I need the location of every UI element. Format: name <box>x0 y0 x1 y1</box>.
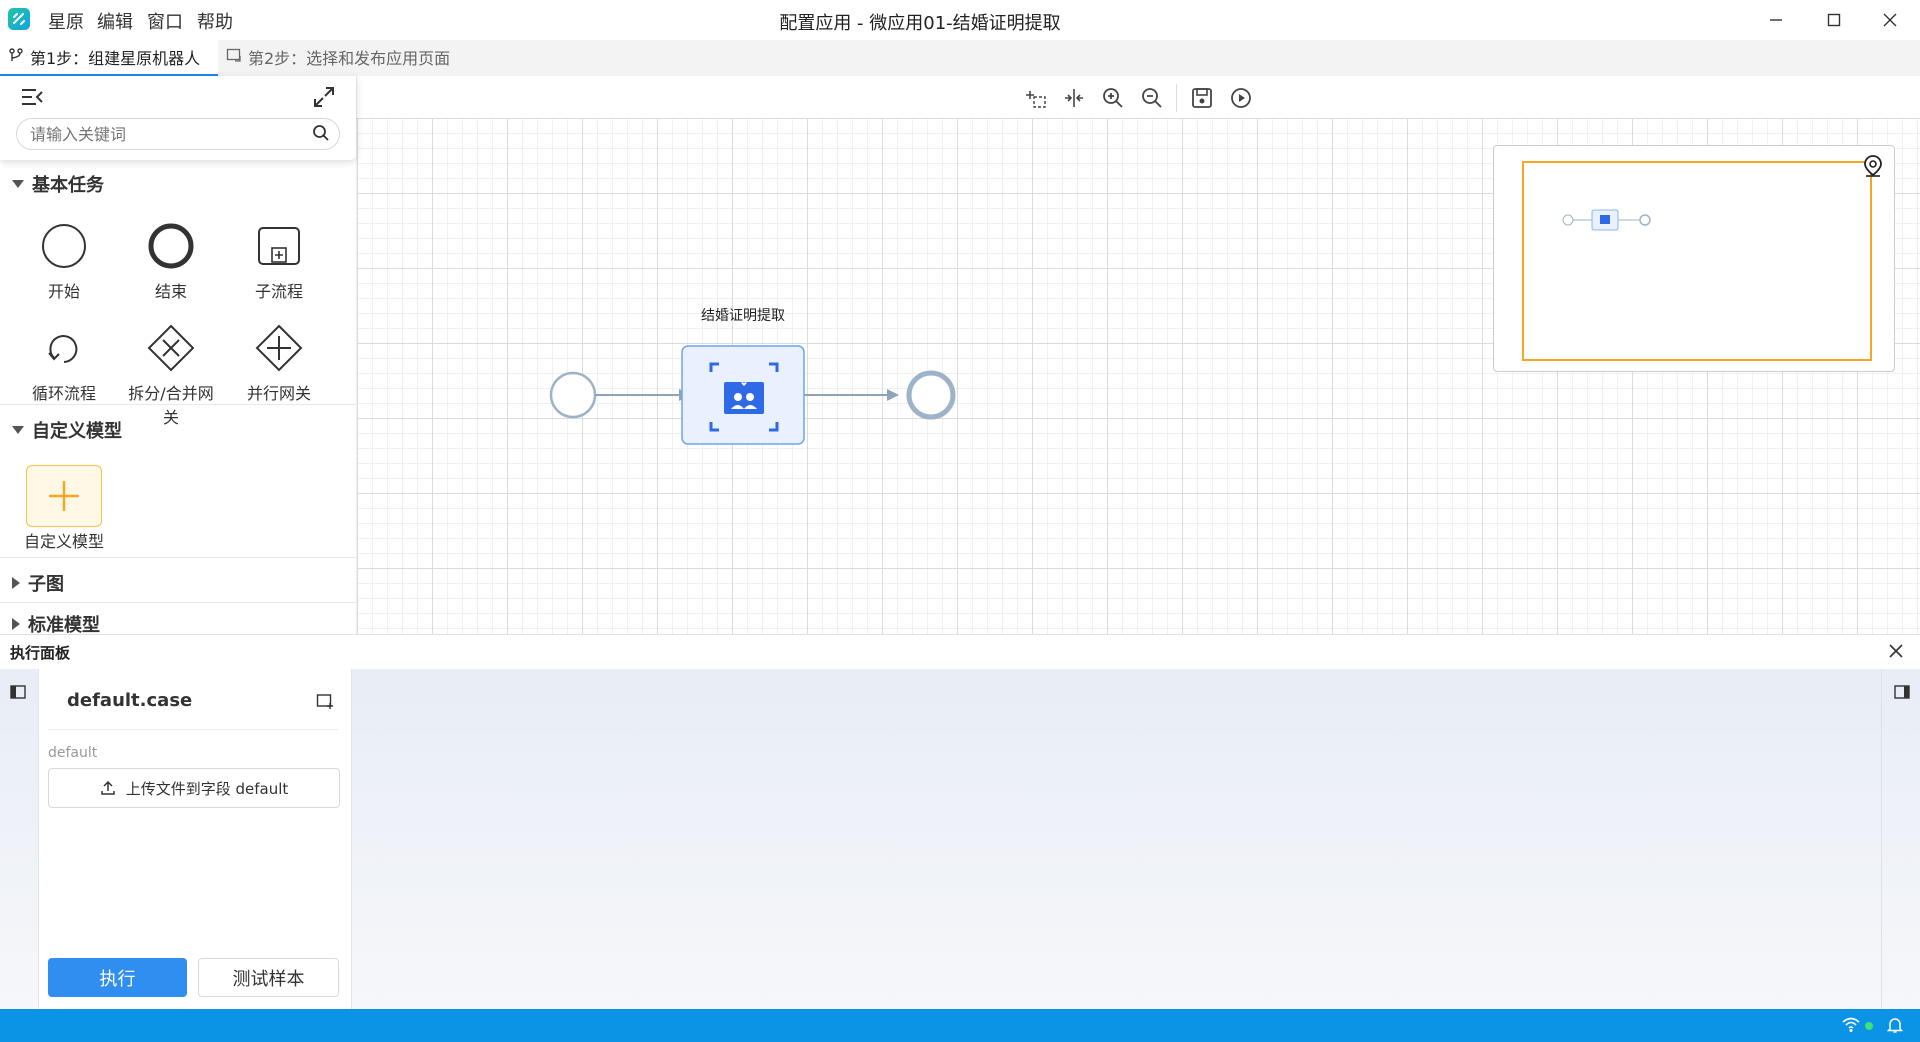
select-area-icon[interactable] <box>1021 84 1051 112</box>
search-icon[interactable] <box>312 124 330 146</box>
exec-panel-title: 执行面板 <box>10 644 71 662</box>
tool-start-label: 开始 <box>47 282 80 301</box>
case-name[interactable]: default.case <box>67 690 192 711</box>
section-subgraph-title: 子图 <box>28 574 64 595</box>
window-title: 配置应用 - 微应用01-结婚证明提取 <box>779 13 1061 34</box>
toggle-right-sidebar-icon[interactable] <box>1894 684 1910 703</box>
section-custom-title: 自定义模型 <box>32 421 122 442</box>
tool-subprocess-label: 子流程 <box>254 282 303 301</box>
collapse-caret-icon <box>12 618 20 630</box>
close-exec-panel-icon[interactable] <box>1888 643 1904 663</box>
tool-start[interactable]: 开始 <box>14 222 114 302</box>
tool-exclusive-gateway[interactable]: 拆分/合并网关 <box>121 324 221 428</box>
divider <box>0 404 356 405</box>
expand-caret-icon <box>12 426 24 434</box>
section-custom-models[interactable]: 自定义模型 <box>12 417 122 443</box>
start-event-icon <box>42 224 86 268</box>
tool-end[interactable]: 结束 <box>121 222 221 302</box>
end-event-icon <box>148 223 194 269</box>
tool-end-label: 结束 <box>154 282 187 301</box>
zoom-out-icon[interactable] <box>1137 84 1167 112</box>
tool-loop-label: 循环流程 <box>31 384 96 403</box>
flow-arrow-2 <box>887 389 899 401</box>
minimap-viewport[interactable] <box>1522 161 1872 361</box>
run-button[interactable]: 执行 <box>48 958 187 997</box>
tool-subprocess[interactable]: 子流程 <box>229 222 329 302</box>
branch-icon <box>8 47 24 67</box>
tab-step2[interactable]: 第2步：选择和发布应用页面 <box>226 40 450 74</box>
toolbar-divider <box>1176 84 1177 112</box>
zoom-in-icon[interactable] <box>1098 84 1128 112</box>
expand-panel-icon[interactable] <box>312 85 336 113</box>
close-button[interactable] <box>1870 6 1910 34</box>
connection-status-dot <box>1865 1022 1873 1030</box>
run-flow-icon[interactable] <box>1226 84 1256 112</box>
start-event[interactable] <box>549 371 597 419</box>
toggle-left-sidebar-icon[interactable] <box>10 684 26 703</box>
section-basic-title: 基本任务 <box>32 175 104 196</box>
align-icon[interactable] <box>1059 84 1089 112</box>
loop-icon <box>48 335 78 363</box>
minimap-flow-preview <box>1562 209 1651 231</box>
new-case-icon[interactable] <box>316 692 334 714</box>
subprocess-icon <box>258 227 300 265</box>
test-sample-button[interactable]: 测试样本 <box>198 958 339 997</box>
collapse-panel-icon[interactable] <box>20 86 46 112</box>
bell-icon[interactable] <box>1886 1016 1904 1038</box>
plus-icon <box>49 481 79 511</box>
divider <box>0 602 356 603</box>
section-basic-tasks[interactable]: 基本任务 <box>12 171 104 197</box>
tab-step1[interactable]: 第1步：组建星原机器人 <box>0 40 218 77</box>
collapse-caret-icon <box>12 577 20 589</box>
tool-custom-model-label: 自定义模型 <box>23 532 104 551</box>
search-input[interactable] <box>28 122 312 146</box>
wifi-icon <box>1842 1017 1860 1037</box>
expand-caret-icon <box>12 180 24 188</box>
task-node-label: 结婚证明提取 <box>701 308 785 324</box>
tab-step1-label: 第1步：组建星原机器人 <box>30 49 201 68</box>
maximize-button[interactable] <box>1814 6 1854 34</box>
upload-icon <box>100 780 115 795</box>
tool-loop[interactable]: 循环流程 <box>14 324 114 404</box>
exec-panel-header <box>0 634 1920 670</box>
locate-pin-icon[interactable] <box>1862 154 1884 182</box>
tab-step2-label: 第2步：选择和发布应用页面 <box>248 49 451 68</box>
exclusive-gateway-icon <box>147 324 195 372</box>
section-subgraph[interactable]: 子图 <box>12 570 64 596</box>
divider <box>0 557 356 558</box>
section-standard-models[interactable]: 标准模型 <box>12 614 100 634</box>
parallel-gateway-icon <box>255 324 303 372</box>
upload-button-label: 上传文件到字段 default <box>125 779 289 798</box>
minimize-button[interactable] <box>1756 6 1796 34</box>
panel-divider <box>1881 669 1882 1009</box>
section-standard-title: 标准模型 <box>28 615 100 634</box>
status-bar <box>0 1009 1920 1042</box>
tool-parallel-gateway[interactable]: 并行网关 <box>229 324 329 404</box>
upload-file-button[interactable]: 上传文件到字段 default <box>48 768 340 808</box>
tool-custom-model[interactable] <box>26 465 102 527</box>
field-label-default: default <box>48 745 98 761</box>
save-icon[interactable] <box>1187 84 1217 112</box>
tool-parallel-gateway-label: 并行网关 <box>246 384 311 403</box>
page-publish-icon <box>226 47 242 67</box>
divider <box>48 729 338 730</box>
end-event[interactable] <box>906 370 956 420</box>
